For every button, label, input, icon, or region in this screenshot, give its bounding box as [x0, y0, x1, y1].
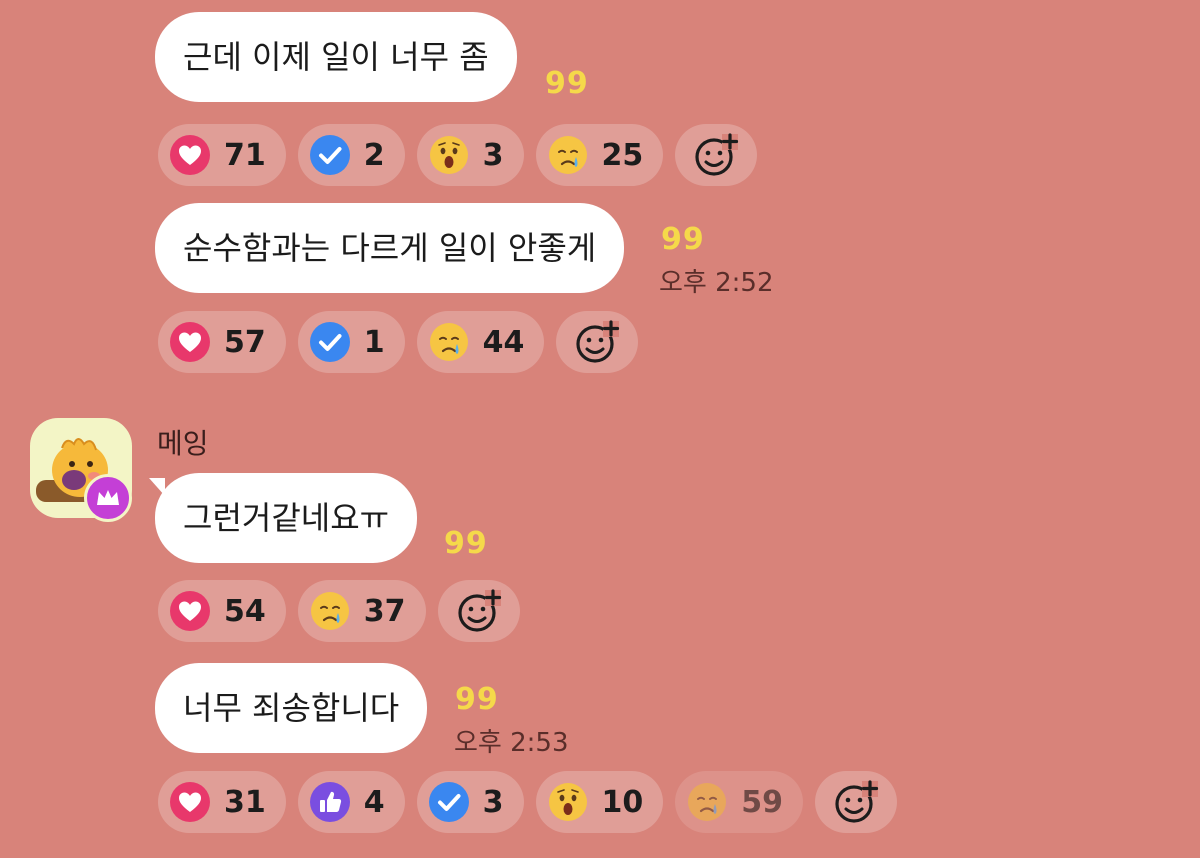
reaction-count: 57	[224, 324, 266, 360]
reaction-sad[interactable]: 37	[297, 580, 426, 642]
reaction-count: 4	[363, 784, 385, 820]
add-reaction-button[interactable]	[815, 771, 897, 833]
reaction-bar: 57 1 44	[158, 311, 639, 373]
reaction-count: 1	[363, 324, 385, 360]
reaction-count: 2	[363, 137, 385, 173]
reaction-check[interactable]: 2	[297, 124, 405, 186]
heart-icon	[170, 782, 210, 822]
reaction-count: 37	[363, 593, 406, 629]
reaction-count: 3	[482, 137, 504, 173]
sender-name: 메잉	[157, 427, 209, 460]
add-reaction-icon	[832, 778, 880, 826]
message-text: 너무 죄송합니다	[183, 689, 400, 727]
surprised-face-icon	[429, 135, 469, 175]
message-text: 그런거같네요ㅠ	[183, 499, 390, 537]
sad-face-icon	[310, 591, 350, 631]
check-icon	[310, 322, 350, 362]
sad-face-icon	[429, 322, 469, 362]
unread-count: 99	[455, 682, 499, 717]
crown-icon	[97, 490, 119, 505]
reaction-bar: 54 37	[158, 580, 520, 642]
reaction-sad[interactable]: 25	[535, 124, 664, 186]
heart-icon	[170, 591, 210, 631]
reaction-count: 31	[224, 784, 266, 820]
reaction-count: 25	[601, 137, 644, 173]
check-icon	[310, 135, 350, 175]
message-time: 오후 2:52	[659, 268, 774, 298]
add-reaction-button[interactable]	[437, 580, 520, 642]
reaction-count: 10	[601, 784, 644, 820]
reaction-check[interactable]: 3	[416, 771, 524, 833]
thumbs-up-icon	[310, 782, 350, 822]
reaction-like[interactable]: 4	[297, 771, 405, 833]
reaction-sad[interactable]: 59	[675, 771, 803, 833]
message-bubble[interactable]: 순수함과는 다르게 일이 안좋게	[155, 203, 625, 293]
heart-icon	[170, 322, 210, 362]
reaction-count: 44	[482, 324, 525, 360]
message-bubble[interactable]: 너무 죄송합니다	[155, 663, 428, 753]
add-reaction-icon	[573, 318, 621, 366]
reaction-heart[interactable]: 31	[158, 771, 286, 833]
sad-face-icon	[548, 135, 588, 175]
reaction-heart[interactable]: 71	[158, 124, 286, 186]
add-reaction-button[interactable]	[675, 124, 758, 186]
heart-icon	[170, 135, 210, 175]
reaction-count: 71	[224, 137, 266, 173]
surprised-face-icon	[548, 782, 588, 822]
message-text: 근데 이제 일이 너무 좀	[183, 38, 489, 76]
sad-face-icon	[687, 782, 727, 822]
add-reaction-icon	[455, 587, 503, 635]
reaction-count: 54	[224, 593, 266, 629]
unread-count: 99	[444, 526, 488, 561]
reaction-surprised[interactable]: 3	[416, 124, 524, 186]
reaction-surprised[interactable]: 10	[535, 771, 664, 833]
add-reaction-button[interactable]	[556, 311, 639, 373]
reaction-bar: 31 4 3 10 59	[158, 771, 897, 833]
reaction-count: 59	[741, 784, 783, 820]
reaction-sad[interactable]: 44	[416, 311, 545, 373]
message-bubble[interactable]: 근데 이제 일이 너무 좀	[155, 12, 517, 102]
message-text: 순수함과는 다르게 일이 안좋게	[183, 229, 597, 267]
unread-count: 99	[661, 222, 705, 257]
reaction-count: 3	[482, 784, 504, 820]
check-icon	[429, 782, 469, 822]
unread-count: 99	[545, 66, 589, 101]
reaction-bar: 71 2 3 25	[158, 124, 758, 186]
add-reaction-icon	[692, 131, 740, 179]
reaction-heart[interactable]: 57	[158, 311, 286, 373]
reaction-check[interactable]: 1	[297, 311, 405, 373]
crown-badge	[84, 474, 132, 522]
message-time: 오후 2:53	[454, 728, 569, 758]
message-bubble[interactable]: 그런거같네요ㅠ	[155, 473, 418, 563]
reaction-heart[interactable]: 54	[158, 580, 286, 642]
